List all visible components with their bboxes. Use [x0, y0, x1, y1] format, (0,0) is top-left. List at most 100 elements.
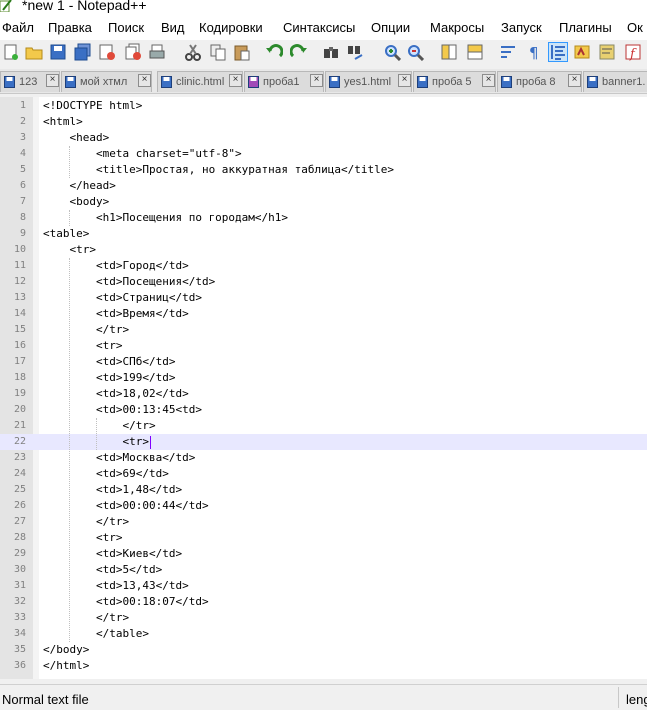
menu-item[interactable]: Правка [48, 20, 92, 35]
code-line[interactable]: 8 <h1>Посещения по городам</h1> [0, 210, 647, 226]
code-line[interactable]: 6 </head> [0, 178, 647, 194]
tab-close-icon[interactable]: × [568, 74, 581, 87]
sync-vertical-icon[interactable] [440, 43, 458, 61]
code-line[interactable]: 18 <td>199</td> [0, 370, 647, 386]
line-number: 16 [13, 340, 26, 351]
line-number: 17 [13, 356, 26, 367]
code-line[interactable]: 36 </html> [0, 658, 647, 674]
sync-horizontal-icon[interactable] [466, 43, 484, 61]
code-line[interactable]: 3 <head> [0, 130, 647, 146]
word-wrap-icon[interactable] [499, 43, 517, 61]
code-line[interactable]: 5 <title>Простая, но аккуратная таблица<… [0, 162, 647, 178]
code-editor[interactable]: 1 <!DOCTYPE html> 2 <html> 3 <head> 4 <meta c… [0, 97, 647, 679]
indent-guide-icon[interactable] [548, 42, 568, 62]
indent-guide [69, 146, 71, 178]
tab-close-icon[interactable]: × [229, 74, 242, 87]
code-line[interactable]: 1 <!DOCTYPE html> [0, 98, 647, 114]
tab-close-icon[interactable]: × [482, 74, 495, 87]
menu-item[interactable]: Запуск [501, 20, 542, 35]
new-file-icon[interactable] [2, 43, 20, 61]
code-line[interactable]: 28 <tr> [0, 530, 647, 546]
code-text: <td>1,48</td> [43, 483, 183, 496]
code-line[interactable]: 24 <td>69</td> [0, 466, 647, 482]
tab-close-icon[interactable]: × [310, 74, 323, 87]
code-line[interactable]: 20 <td>00:13:45<td> [0, 402, 647, 418]
menu-item[interactable]: Опции [371, 20, 410, 35]
document-tab[interactable]: проба 5 × [413, 71, 496, 92]
doc-map-icon[interactable] [598, 43, 616, 61]
document-tab[interactable]: мой хтмл × [61, 71, 152, 92]
code-line[interactable]: 25 <td>1,48</td> [0, 482, 647, 498]
code-line[interactable]: 15 </tr> [0, 322, 647, 338]
paste-icon[interactable] [233, 43, 251, 61]
zoom-in-icon[interactable] [383, 43, 401, 61]
cut-icon[interactable] [184, 43, 202, 61]
menu-item[interactable]: Файл [2, 20, 34, 35]
length-label: leng [626, 692, 647, 707]
code-line[interactable]: 34 </table> [0, 626, 647, 642]
menu-item[interactable]: Вид [161, 20, 185, 35]
line-number: 19 [13, 388, 26, 399]
function-list-icon[interactable]: f [624, 43, 642, 61]
line-number: 31 [13, 580, 26, 591]
code-line[interactable]: 12 <td>Посещения</td> [0, 274, 647, 290]
toolbar: ¶ f [0, 40, 647, 66]
save-icon[interactable] [49, 43, 67, 61]
code-line[interactable]: 35 </body> [0, 642, 647, 658]
code-line[interactable]: 27 </tr> [0, 514, 647, 530]
code-line[interactable]: 14 <td>Время</td> [0, 306, 647, 322]
zoom-out-icon[interactable] [406, 43, 424, 61]
code-line[interactable]: 26 <td>00:00:44</td> [0, 498, 647, 514]
print-icon[interactable] [148, 43, 166, 61]
undo-icon[interactable] [265, 43, 283, 61]
code-line[interactable]: 10 <tr> [0, 242, 647, 258]
menu-item[interactable]: Ок [627, 20, 643, 35]
menu-item[interactable]: Поиск [108, 20, 144, 35]
code-text: <td>Москва</td> [43, 451, 196, 464]
code-line[interactable]: 29 <td>Киев</td> [0, 546, 647, 562]
code-line[interactable]: 31 <td>13,43</td> [0, 578, 647, 594]
tab-close-icon[interactable]: × [398, 74, 411, 87]
code-line[interactable]: 11 <td>Город</td> [0, 258, 647, 274]
line-number: 7 [19, 196, 26, 207]
document-tab[interactable]: проба 8 × [497, 71, 582, 92]
close-icon[interactable] [98, 43, 116, 61]
document-tab[interactable]: 123 × [0, 71, 60, 92]
document-tab[interactable]: banner1. [583, 71, 647, 92]
code-line[interactable]: 19 <td>18,02</td> [0, 386, 647, 402]
menu-item[interactable]: Кодировки [199, 20, 263, 35]
code-line[interactable]: 23 <td>Москва</td> [0, 450, 647, 466]
code-line[interactable]: 13 <td>Страниц</td> [0, 290, 647, 306]
show-all-chars-icon[interactable]: ¶ [525, 43, 543, 61]
code-line[interactable]: 2 <html> [0, 114, 647, 130]
code-line[interactable]: 4 <meta charset="utf-8"> [0, 146, 647, 162]
menu-item[interactable]: Синтаксисы [283, 20, 355, 35]
code-line[interactable]: 30 <td>5</td> [0, 562, 647, 578]
copy-icon[interactable] [209, 43, 227, 61]
code-line[interactable]: 21 </tr> [0, 418, 647, 434]
replace-icon[interactable] [346, 43, 364, 61]
close-all-icon[interactable] [124, 43, 142, 61]
menu-item[interactable]: Макросы [430, 20, 484, 35]
save-all-icon[interactable] [74, 43, 92, 61]
open-file-icon[interactable] [25, 43, 43, 61]
document-tab[interactable]: clinic.html × [157, 71, 243, 92]
find-icon[interactable] [322, 43, 340, 61]
code-line[interactable]: 16 <tr> [0, 338, 647, 354]
user-language-icon[interactable] [573, 43, 591, 61]
tab-close-icon[interactable]: × [46, 74, 59, 87]
line-number: 2 [19, 116, 26, 127]
menu-item[interactable]: Плагины [559, 20, 612, 35]
code-text: <html> [43, 115, 83, 128]
code-line[interactable]: 17 <td>СПб</td> [0, 354, 647, 370]
code-line[interactable]: 9 <table> [0, 226, 647, 242]
code-line[interactable]: 32 <td>00:18:07</td> [0, 594, 647, 610]
line-number: 35 [13, 644, 26, 655]
document-tab[interactable]: yes1.html × [325, 71, 412, 92]
redo-icon[interactable] [290, 43, 308, 61]
tab-close-icon[interactable]: × [138, 74, 151, 87]
document-tab[interactable]: проба1 × [244, 71, 324, 92]
code-line[interactable]: 7 <body> [0, 194, 647, 210]
code-line[interactable]: 22 <tr> [0, 434, 647, 450]
code-line[interactable]: 33 </tr> [0, 610, 647, 626]
